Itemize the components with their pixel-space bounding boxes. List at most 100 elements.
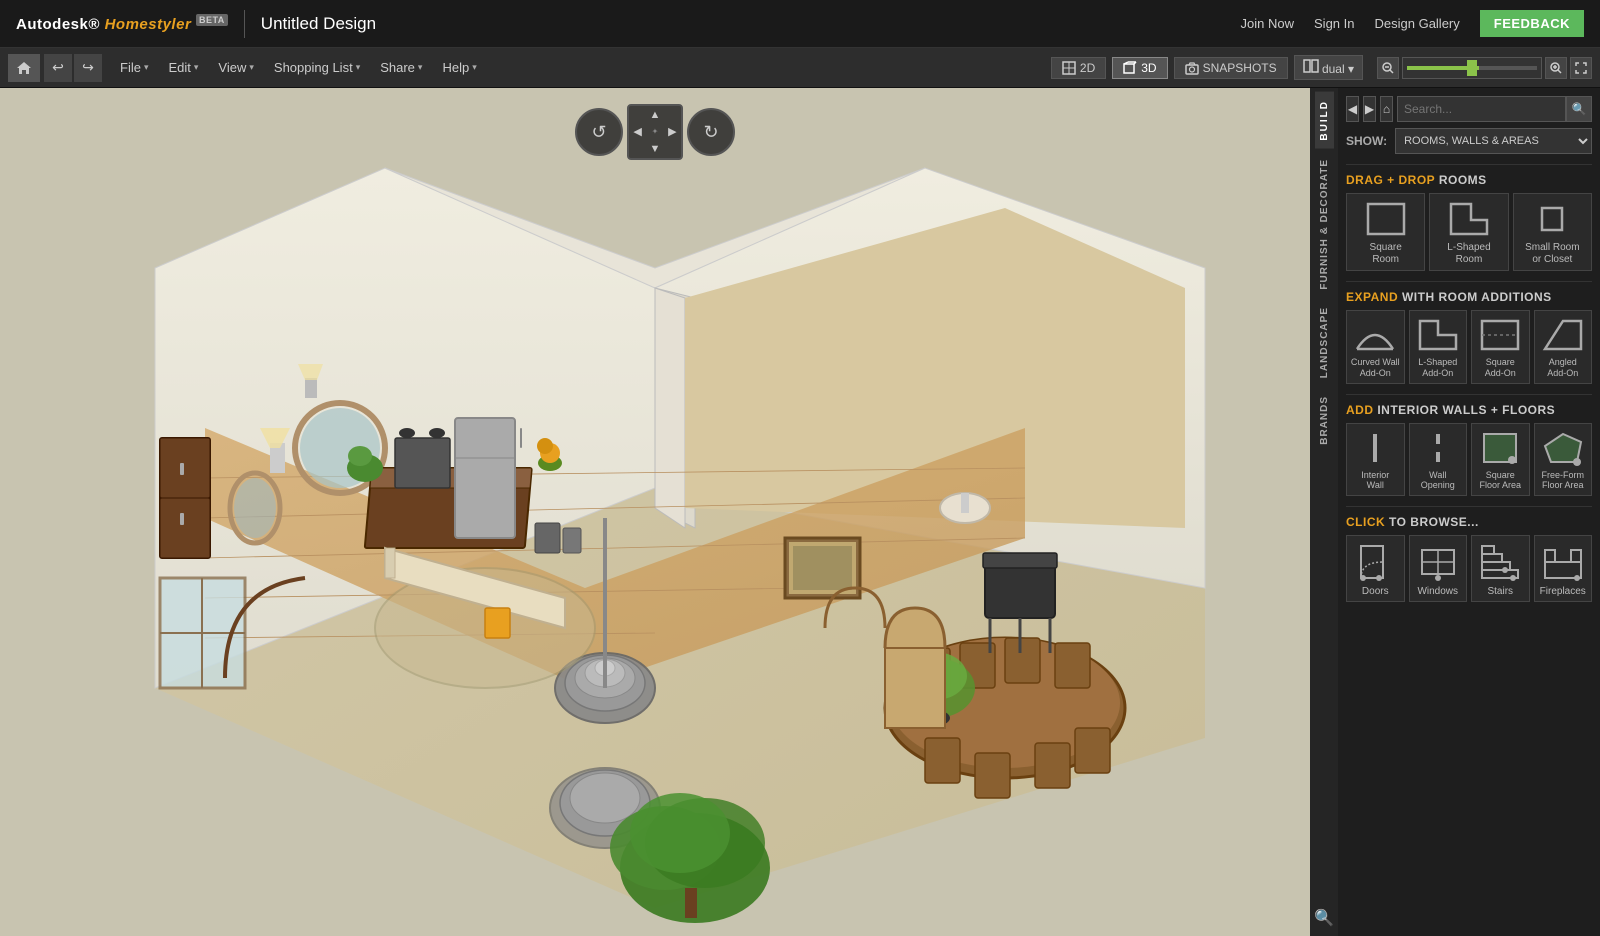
fireplaces-item[interactable]: Fireplaces bbox=[1534, 535, 1593, 602]
panel-home-button[interactable]: ⌂ bbox=[1380, 96, 1393, 122]
curved-wall-label: Curved WallAdd-On bbox=[1351, 357, 1400, 379]
project-title: Untitled Design bbox=[261, 14, 376, 34]
home-button[interactable] bbox=[8, 54, 40, 82]
edit-menu[interactable]: Edit ▾ bbox=[158, 56, 208, 79]
square-room-item[interactable]: SquareRoom bbox=[1346, 193, 1425, 271]
navigation-controls: ↺ ▲ ◀ ✦ ▶ ▼ ↻ bbox=[575, 104, 735, 160]
rotate-right-button[interactable]: ↻ bbox=[687, 108, 735, 156]
square-room-icon bbox=[1364, 200, 1408, 238]
menu-bar: ↩ ↪ File ▾ Edit ▾ View ▾ Shopping List ▾… bbox=[0, 48, 1600, 88]
show-row: SHOW: ROOMS, WALLS & AREAS bbox=[1346, 128, 1592, 154]
interior-wall-icon bbox=[1353, 430, 1397, 466]
panel-search-button[interactable]: 🔍 bbox=[1566, 96, 1592, 122]
lshaped-room-item[interactable]: L-ShapedRoom bbox=[1429, 193, 1508, 271]
l-add-on-icon bbox=[1416, 317, 1460, 353]
angled-add-on-icon bbox=[1541, 317, 1585, 353]
canvas-area[interactable]: ↺ ▲ ◀ ✦ ▶ ▼ ↻ bbox=[0, 88, 1310, 936]
browse-header: CLICK TO BROWSE... bbox=[1346, 515, 1592, 529]
feedback-button[interactable]: FEEDBACK bbox=[1480, 10, 1584, 37]
wall-opening-icon bbox=[1416, 430, 1460, 466]
small-room-label: Small Roomor Closet bbox=[1525, 242, 1579, 266]
small-room-icon bbox=[1530, 200, 1574, 238]
rotate-left-button[interactable]: ↺ bbox=[575, 108, 623, 156]
zoom-out-icon bbox=[1382, 62, 1394, 74]
zoom-in-button[interactable] bbox=[1545, 57, 1567, 79]
lshaped-room-icon bbox=[1447, 200, 1491, 238]
file-menu[interactable]: File ▾ bbox=[110, 56, 158, 79]
zoom-track bbox=[1407, 66, 1537, 70]
square-add-on-icon bbox=[1478, 317, 1522, 353]
view-2d-button[interactable]: 2D bbox=[1051, 57, 1106, 79]
stairs-item[interactable]: Stairs bbox=[1471, 535, 1530, 602]
room-additions-grid: Curved WallAdd-On L-ShapedAdd-On SquareA… bbox=[1346, 310, 1592, 384]
windows-label: Windows bbox=[1417, 586, 1458, 597]
square-add-on-item[interactable]: SquareAdd-On bbox=[1471, 310, 1530, 384]
shopping-list-arrow: ▾ bbox=[356, 62, 361, 73]
section-divider-3 bbox=[1346, 394, 1592, 395]
panel-search-box: 🔍 bbox=[1397, 96, 1592, 122]
angled-add-on-item[interactable]: AngledAdd-On bbox=[1534, 310, 1593, 384]
l-add-on-item[interactable]: L-ShapedAdd-On bbox=[1409, 310, 1468, 384]
pan-down-button[interactable]: ▼ bbox=[646, 141, 663, 158]
top-bar: Autodesk® Homestyler BETA Untitled Desig… bbox=[0, 0, 1600, 48]
panel-forward-button[interactable]: ▶ bbox=[1363, 96, 1376, 122]
logo-text: Autodesk® Homestyler BETA bbox=[16, 15, 228, 33]
pan-center-button[interactable]: ✦ bbox=[646, 123, 663, 140]
pan-up-button[interactable]: ▲ bbox=[646, 106, 663, 123]
square-add-on-label: SquareAdd-On bbox=[1485, 357, 1516, 379]
interior-wall-item[interactable]: InteriorWall bbox=[1346, 423, 1405, 497]
doors-item[interactable]: Doors bbox=[1346, 535, 1405, 602]
zoom-in-icon bbox=[1550, 62, 1562, 74]
main-content: ↺ ▲ ◀ ✦ ▶ ▼ ↻ bbox=[0, 88, 1600, 936]
show-label: SHOW: bbox=[1346, 134, 1387, 148]
share-menu[interactable]: Share ▾ bbox=[370, 56, 432, 79]
fullscreen-icon bbox=[1575, 62, 1587, 74]
panel-search-input[interactable] bbox=[1397, 96, 1566, 122]
room-3d-view bbox=[0, 88, 1310, 936]
angled-add-on-label: AngledAdd-On bbox=[1547, 357, 1578, 379]
square-floor-label: SquareFloor Area bbox=[1479, 470, 1521, 492]
view-3d-button[interactable]: 3D bbox=[1112, 57, 1167, 79]
view-controls: 2D 3D SNAPSHOTS dual ▾ bbox=[1051, 55, 1592, 80]
view-menu-arrow: ▾ bbox=[249, 62, 254, 73]
fullscreen-button[interactable] bbox=[1570, 57, 1592, 79]
wall-opening-item[interactable]: WallOpening bbox=[1409, 423, 1468, 497]
undo-button[interactable]: ↩ bbox=[44, 54, 72, 82]
pan-right-button[interactable]: ▶ bbox=[664, 123, 681, 140]
share-menu-arrow: ▾ bbox=[418, 62, 423, 73]
top-right-nav: Join Now Sign In Design Gallery FEEDBACK bbox=[1241, 10, 1584, 37]
pan-left-button[interactable]: ◀ bbox=[629, 123, 646, 140]
dual-view-button[interactable]: dual ▾ bbox=[1294, 55, 1363, 80]
redo-button[interactable]: ↪ bbox=[74, 54, 102, 82]
snapshots-button[interactable]: SNAPSHOTS bbox=[1174, 57, 1288, 79]
curved-wall-item[interactable]: Curved WallAdd-On bbox=[1346, 310, 1405, 384]
panel-content: ◀ ▶ ⌂ 🔍 SHOW: ROOMS, WALLS & AREAS DRAG … bbox=[1338, 88, 1600, 936]
build-tab[interactable]: BUILD bbox=[1315, 92, 1334, 149]
view-menu[interactable]: View ▾ bbox=[208, 56, 263, 79]
brands-tab[interactable]: BRANDS bbox=[1315, 388, 1334, 453]
zoom-slider[interactable] bbox=[1402, 57, 1542, 79]
zoom-out-button[interactable] bbox=[1377, 57, 1399, 79]
furnish-decorate-tab[interactable]: FURNISH & DECORATE bbox=[1315, 151, 1334, 298]
help-menu[interactable]: Help ▾ bbox=[432, 56, 486, 79]
landscape-tab[interactable]: LANDSCAPE bbox=[1315, 299, 1334, 386]
show-dropdown[interactable]: ROOMS, WALLS & AREAS bbox=[1395, 128, 1592, 154]
home-icon bbox=[16, 60, 32, 76]
sign-in-link[interactable]: Sign In bbox=[1314, 16, 1354, 31]
square-floor-icon bbox=[1478, 430, 1522, 466]
fireplaces-icon bbox=[1541, 542, 1585, 582]
square-floor-item[interactable]: SquareFloor Area bbox=[1471, 423, 1530, 497]
sidebar-search-icon[interactable]: 🔍 bbox=[1310, 900, 1338, 936]
freeform-floor-item[interactable]: Free-FormFloor Area bbox=[1534, 423, 1593, 497]
2d-icon bbox=[1062, 61, 1076, 75]
panel-back-button[interactable]: ◀ bbox=[1346, 96, 1359, 122]
lshaped-room-label: L-ShapedRoom bbox=[1447, 242, 1490, 266]
small-room-item[interactable]: Small Roomor Closet bbox=[1513, 193, 1592, 271]
freeform-floor-icon bbox=[1541, 430, 1585, 466]
shopping-list-menu[interactable]: Shopping List ▾ bbox=[264, 56, 370, 79]
interior-walls-header: ADD INTERIOR WALLS + FLOORS bbox=[1346, 403, 1592, 417]
panel-nav: ◀ ▶ ⌂ 🔍 bbox=[1346, 96, 1592, 122]
windows-item[interactable]: Windows bbox=[1409, 535, 1468, 602]
join-now-link[interactable]: Join Now bbox=[1241, 16, 1294, 31]
design-gallery-link[interactable]: Design Gallery bbox=[1375, 16, 1460, 31]
